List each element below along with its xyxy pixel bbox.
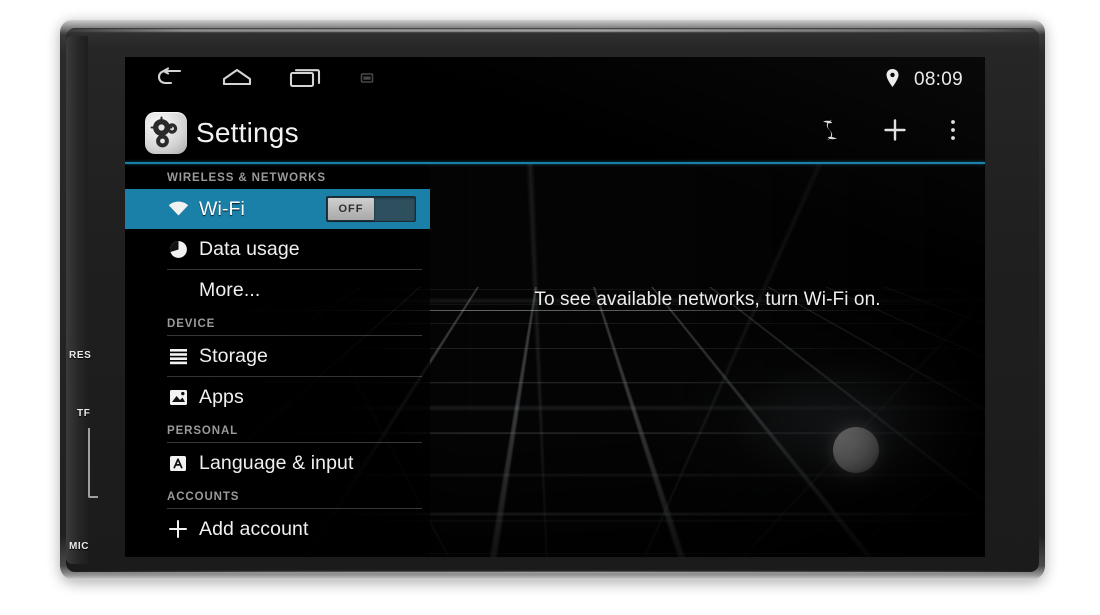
status-bar: 08:09: [125, 57, 985, 103]
apps-icon: [167, 389, 189, 406]
wifi-toggle[interactable]: OFF: [326, 196, 416, 222]
settings-row-label: More...: [199, 278, 261, 301]
screenshot-root: RES TF MIC 08:09 Settings WIRELESS & NET…: [0, 0, 1100, 615]
settings-row-label: Language & input: [199, 451, 354, 474]
bezel-bottom-highlight: [74, 571, 1031, 573]
device-screen: 08:09 Settings WIRELESS & NETWORKS Wi-Fi…: [125, 57, 985, 557]
back-icon[interactable]: [155, 66, 185, 94]
settings-row-label: Add account: [199, 517, 309, 540]
section-header-wireless: WIRELESS & NETWORKS: [167, 172, 326, 184]
status-clock: 08:09: [913, 69, 963, 90]
location-pin-icon: [885, 68, 900, 93]
settings-row-language-input[interactable]: Language & input: [125, 443, 430, 483]
section-header-device: DEVICE: [167, 318, 216, 330]
add-icon[interactable]: [883, 118, 907, 147]
action-bar-actions: [819, 118, 957, 147]
settings-row-more[interactable]: More...: [125, 270, 430, 310]
settings-row-label: Data usage: [199, 237, 300, 260]
settings-row-apps[interactable]: Apps: [125, 377, 430, 417]
wifi-icon: [167, 201, 189, 217]
bezel-top-highlight: [66, 29, 1039, 32]
home-icon[interactable]: [221, 67, 253, 94]
screenshot-icon[interactable]: [359, 70, 375, 91]
recents-icon[interactable]: [289, 67, 323, 94]
settings-row-add-account[interactable]: Add account: [125, 509, 430, 549]
plus-icon: [167, 519, 189, 539]
settings-row-label: Apps: [199, 385, 244, 408]
section-header-accounts: ACCOUNTS: [167, 491, 240, 503]
reset-label: RES: [69, 350, 92, 361]
mic-label: MIC: [69, 541, 90, 552]
tf-card-label: TF: [77, 408, 91, 419]
language-input-icon: [167, 455, 189, 472]
storage-icon: [167, 348, 189, 365]
section-header-personal: PERSONAL: [167, 425, 239, 437]
settings-gears-icon: [145, 111, 187, 154]
settings-list: WIRELESS & NETWORKS Wi-Fi OFF Data usage…: [125, 164, 430, 557]
navigation-bar: [155, 66, 375, 94]
settings-row-label: Wi-Fi: [199, 197, 245, 220]
page-title: Settings: [196, 116, 299, 148]
settings-row-storage[interactable]: Storage: [125, 336, 430, 376]
data-usage-icon: [167, 240, 189, 259]
wifi-toggle-knob: OFF: [328, 198, 374, 220]
accent-divider: [125, 162, 985, 164]
bezel-left-face: [66, 36, 88, 564]
overflow-menu-icon[interactable]: [949, 118, 957, 147]
settings-row-data-usage[interactable]: Data usage: [125, 229, 430, 269]
wifi-toggle-state: OFF: [338, 203, 364, 215]
sync-icon[interactable]: [819, 118, 841, 147]
tf-card-slot[interactable]: [88, 428, 98, 498]
settings-row-wifi[interactable]: Wi-Fi OFF: [125, 189, 430, 229]
head-unit-device: RES TF MIC 08:09 Settings WIRELESS & NET…: [60, 20, 1045, 580]
settings-row-label: Storage: [199, 344, 268, 367]
action-bar: Settings: [125, 103, 985, 162]
status-bar-right: 08:09: [885, 68, 963, 93]
